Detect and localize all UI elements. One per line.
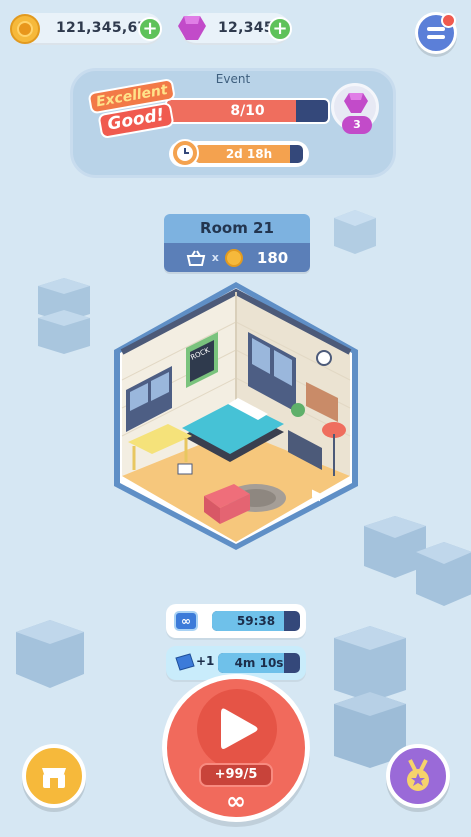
room-coin-reward: 180 <box>256 248 289 267</box>
event-progress-bar: 8/10 <box>165 98 330 124</box>
gem-icon <box>178 16 206 40</box>
room-label: Room 21 x 180 <box>164 214 310 272</box>
add-gems-button[interactable]: + <box>268 17 292 41</box>
decor-box-icon <box>16 620 84 688</box>
decor-box-icon <box>334 626 406 768</box>
menu-button[interactable] <box>415 12 457 54</box>
achievements-button[interactable] <box>386 744 450 808</box>
decor-box-icon <box>334 210 376 254</box>
infinity-ticket-icon: ∞ <box>174 611 198 631</box>
menu-icon <box>427 27 445 31</box>
wall-clock-icon <box>316 350 332 366</box>
event-reward-gem: 3 <box>331 83 379 134</box>
ticket-bonus: +1 <box>196 654 215 668</box>
infinity-icon: ∞ <box>226 787 246 815</box>
coin-icon <box>224 248 243 267</box>
excellent-good-badge: Excellent Good! <box>87 77 180 140</box>
decor-box-icon <box>38 278 90 354</box>
shop-icon <box>42 768 66 788</box>
gem-icon <box>344 93 368 113</box>
room-illustration[interactable]: ROCK <box>108 280 364 552</box>
room-name: Room 21 <box>164 214 310 243</box>
notification-dot <box>441 13 456 28</box>
room-reward: x 180 <box>164 243 310 272</box>
play-counter: +99/5 <box>199 763 273 787</box>
event-timer: 2d 18h <box>169 139 309 167</box>
ticket-timer-text: 4m 10s <box>234 656 284 670</box>
infinite-ticket-card[interactable]: ∞ 59:38 <box>166 604 306 638</box>
event-progress-text: 8/10 <box>230 103 265 119</box>
clock-icon <box>171 139 199 167</box>
basket-icon <box>186 249 206 266</box>
gem-balance: 12,345 + <box>178 13 292 45</box>
infinite-timer-bar: 59:38 <box>212 611 300 631</box>
reward-gem-count: 3 <box>342 116 372 134</box>
shop-button[interactable] <box>22 744 86 808</box>
play-button[interactable]: +99/5 ∞ <box>162 674 310 822</box>
infinite-timer-text: 59:38 <box>236 614 276 628</box>
coin-icon <box>10 14 40 44</box>
event-timer-text: 2d 18h <box>225 147 273 161</box>
medal-icon <box>407 759 429 791</box>
gem-amount: 12,345 <box>218 20 274 36</box>
add-coins-button[interactable]: + <box>138 17 162 41</box>
event-panel[interactable]: Event 8/10 Excellent Good! 3 2d 18h <box>70 68 396 178</box>
decor-box-icon <box>416 542 471 606</box>
coin-balance: 121,345,678 + <box>10 13 162 45</box>
ticket-icon <box>175 653 195 671</box>
multiplier-symbol: x <box>211 251 219 264</box>
play-icon <box>221 708 258 749</box>
ticket-timer-bar: 4m 10s <box>218 653 300 673</box>
